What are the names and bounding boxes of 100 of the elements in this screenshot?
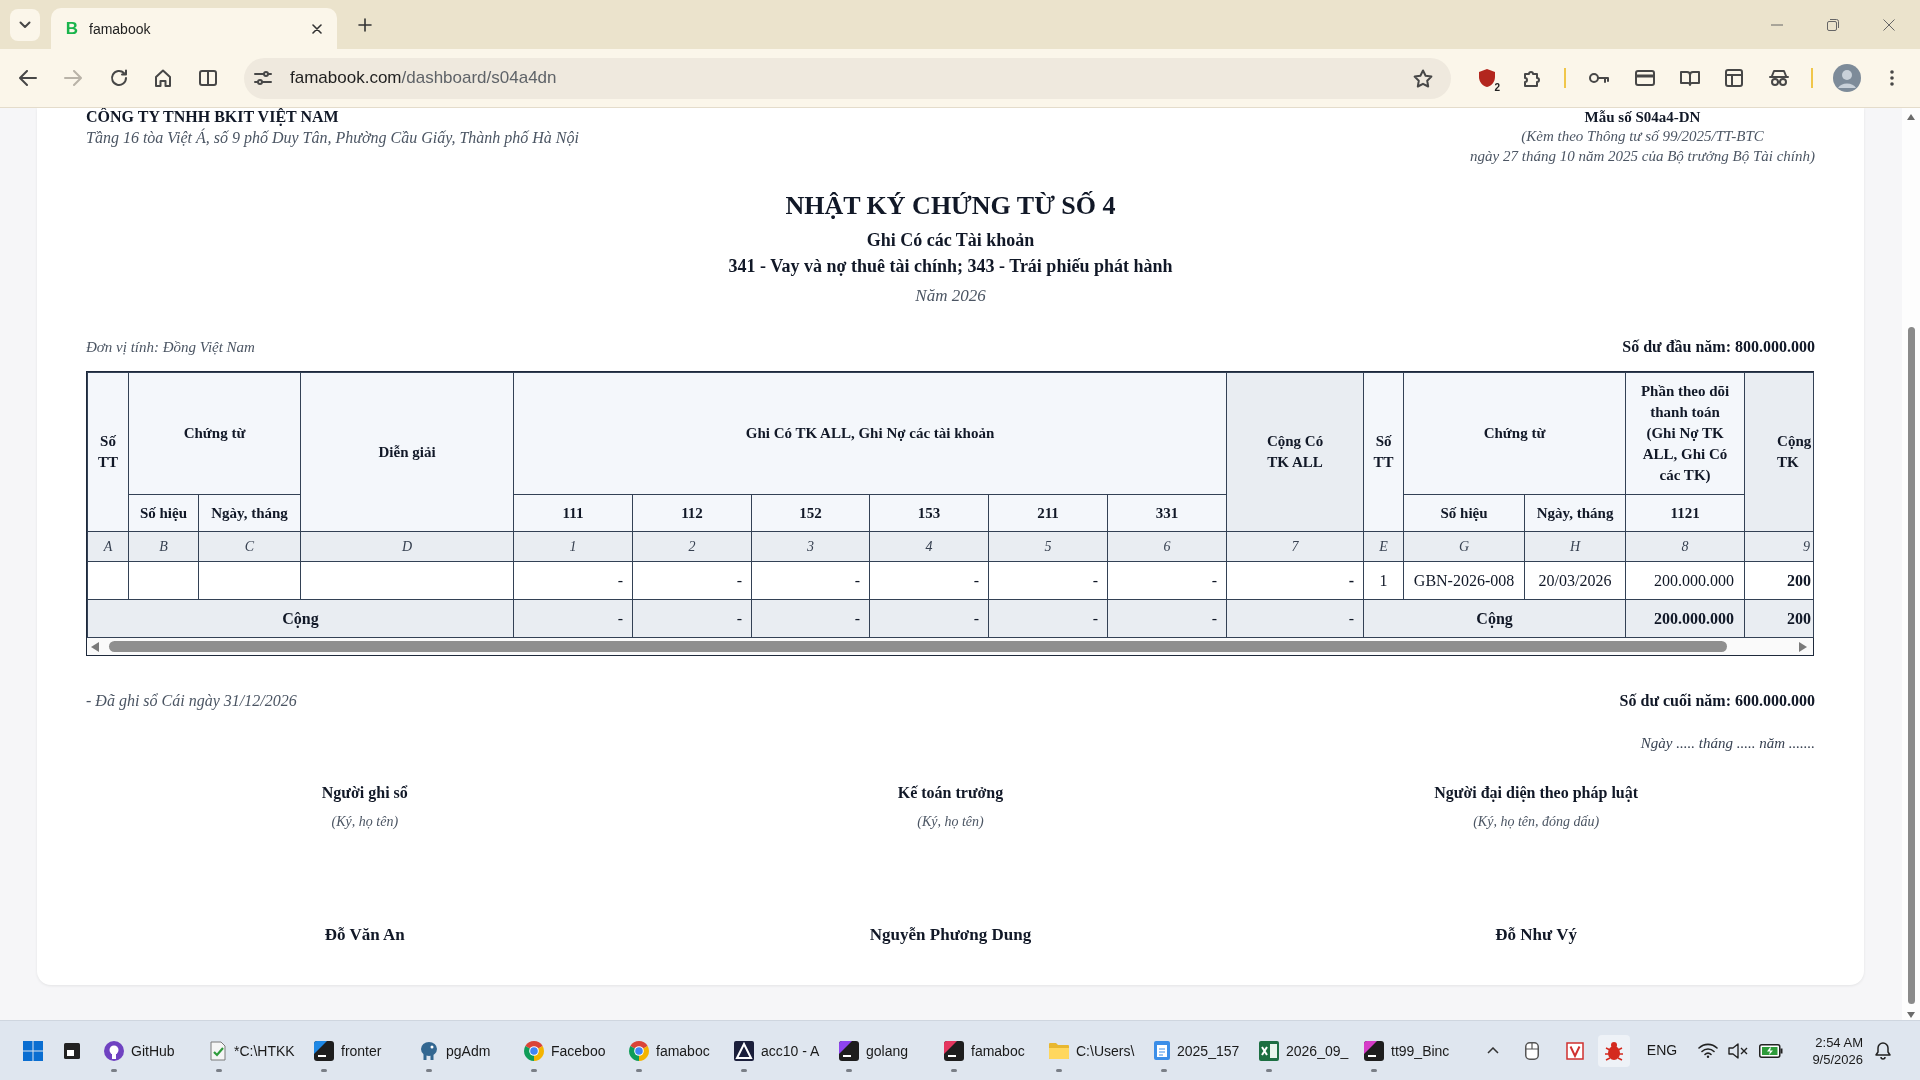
table-cell: -: [869, 561, 989, 600]
taskbar-app-button[interactable]: GitHub: [96, 1026, 197, 1075]
column-header: Số TT: [87, 372, 129, 532]
signer-role: Kế toán trưởng: [897, 783, 1004, 804]
address-bar[interactable]: famabook.com/dashboard/s04a4dn: [244, 57, 1451, 99]
table-cell: 1: [1363, 561, 1404, 600]
document-subtitle: Ghi Có các Tài khoản: [866, 229, 1035, 252]
column-code-cell: 3: [751, 531, 870, 562]
tune-icon: [254, 71, 272, 85]
windows-logo-icon: [23, 1040, 43, 1061]
chevron-up-icon: [1487, 1047, 1499, 1054]
taskbar-app-button[interactable]: Faceboo: [516, 1026, 617, 1075]
table-icon: [1725, 69, 1743, 87]
column-header: 211: [988, 494, 1108, 532]
total-label-cell: Cộng: [87, 599, 514, 638]
account-list: 341 - Vay và nợ thuê tài chính; 343 - Trái phiếu phát hành: [728, 254, 1173, 278]
report-year: Năm 2026: [915, 285, 986, 307]
scrollbar-thumb[interactable]: [109, 641, 1727, 652]
table-cell: -: [1107, 561, 1227, 600]
folder-icon: [1049, 1042, 1069, 1059]
taskbar-app-button[interactable]: 2026_09_: [1251, 1026, 1352, 1075]
total-cell: -: [1107, 599, 1227, 638]
total-cell: -: [751, 599, 870, 638]
column-header: Số hiệu: [1403, 494, 1525, 532]
taskbar-app-button[interactable]: fronter: [306, 1026, 407, 1075]
forward-arrow-icon: [64, 70, 82, 86]
column-code-cell: G: [1403, 531, 1525, 562]
column-code-cell: C: [198, 531, 301, 562]
extension-button[interactable]: 2: [1469, 60, 1505, 96]
taskbar-app-button[interactable]: famaboc: [621, 1026, 722, 1075]
column-header: 153: [869, 494, 989, 532]
taskbar-app-button[interactable]: famaboc: [936, 1026, 1037, 1075]
square-logo-icon: [839, 1040, 859, 1061]
column-code-cell: 4: [869, 531, 989, 562]
total-cell: 200.000.000: [1625, 599, 1745, 638]
vertical-scrollbar[interactable]: [1902, 108, 1920, 1020]
column-group-header: Ghi Có TK ALL, Ghi Nợ các tài khoản: [513, 372, 1227, 495]
signer-name: Đỗ Như Vý: [1495, 924, 1577, 946]
key-icon: [1589, 72, 1609, 84]
tray-app-button[interactable]: [1598, 1034, 1630, 1067]
total-cell: -: [632, 599, 752, 638]
signer-name: Nguyễn Phương Dung: [869, 924, 1032, 946]
signature-note: (Ký, họ tên): [917, 813, 984, 831]
column-code-cell: 1: [513, 531, 633, 562]
taskbar-app-button[interactable]: pgAdm: [411, 1026, 512, 1075]
language-button[interactable]: ENG: [1642, 1030, 1682, 1071]
column-code-cell: 7: [1226, 531, 1364, 562]
wifi-icon: [1698, 1043, 1718, 1058]
profile-button[interactable]: [1833, 64, 1861, 92]
triangle-logo-icon: [734, 1040, 754, 1061]
task-view-icon: [64, 1042, 80, 1059]
column-code-cell: H: [1524, 531, 1626, 562]
scrollbar-thumb[interactable]: [1907, 327, 1915, 1004]
table-cell: [128, 561, 199, 600]
signature-note: (Ký, họ tên): [331, 813, 399, 831]
square-logo-icon: [1364, 1040, 1384, 1061]
taskbar-app-button[interactable]: C:\Users\: [1041, 1026, 1142, 1075]
closing-balance: Số dư cuối năm: 600.000.000: [1619, 691, 1815, 711]
signer-role: Người ghi sổ: [321, 783, 408, 804]
scroll-down-icon: [1907, 1012, 1915, 1018]
column-header: 111: [513, 494, 633, 532]
hat-glasses-icon: [1769, 69, 1789, 87]
close-icon: [312, 23, 322, 34]
taskbar-app-button[interactable]: 2025_157: [1146, 1026, 1247, 1075]
taskbar-app-button[interactable]: tt99_Binc: [1356, 1026, 1457, 1075]
scroll-left-icon: [91, 641, 99, 652]
column-header: Cộng Có TK ALL: [1226, 372, 1364, 532]
browser-icon: [629, 1040, 649, 1061]
signature-note: (Ký, họ tên, đóng dấu): [1473, 813, 1600, 831]
split-view-icon: [199, 70, 217, 86]
close-icon: [1883, 18, 1895, 31]
browser-tab[interactable]: B famabook: [51, 8, 337, 49]
taskbar-app-button[interactable]: *C:\HTKK: [201, 1026, 302, 1075]
table-cell: -: [1226, 561, 1364, 600]
table-cell: -: [632, 561, 752, 600]
document-check-icon: [209, 1040, 227, 1061]
clock-button[interactable]: 2:54 AM 9/5/2026: [1797, 1028, 1869, 1073]
muted-speaker-icon: [1728, 1042, 1748, 1059]
bug-icon: [1598, 1034, 1630, 1067]
column-code-cell: 6: [1107, 531, 1227, 562]
column-header: Diễn giải: [300, 372, 514, 532]
reload-icon: [110, 69, 128, 87]
signer-role: Người đại diện theo pháp luật: [1434, 783, 1639, 804]
taskbar-app-button[interactable]: golang: [831, 1026, 932, 1075]
notepad-icon: [1154, 1041, 1170, 1060]
menu-icon: [1890, 70, 1894, 86]
column-header: 152: [751, 494, 870, 532]
company-address: Tầng 16 tòa Việt Á, số 9 phố Duy Tân, Phường Cầu Giấy, Thành phố Hà Nội: [86, 127, 579, 149]
total-label-cell: Cộng: [1363, 599, 1626, 638]
tab-list-button[interactable]: [10, 8, 40, 41]
puzzle-icon: [1523, 69, 1541, 87]
shield-icon: [1478, 68, 1496, 88]
taskbar-app-button[interactable]: acc10 - A: [726, 1026, 827, 1075]
opening-balance: Số dư đầu năm: 800.000.000: [1622, 337, 1815, 357]
column-code-cell: 5: [988, 531, 1108, 562]
favicon-icon: B: [65, 18, 79, 39]
table-cell: -: [513, 561, 633, 600]
horizontal-scrollbar[interactable]: [87, 638, 1813, 655]
date-line: Ngày ..... tháng ..... năm .......: [1640, 734, 1815, 753]
scroll-right-icon: [1799, 641, 1807, 652]
